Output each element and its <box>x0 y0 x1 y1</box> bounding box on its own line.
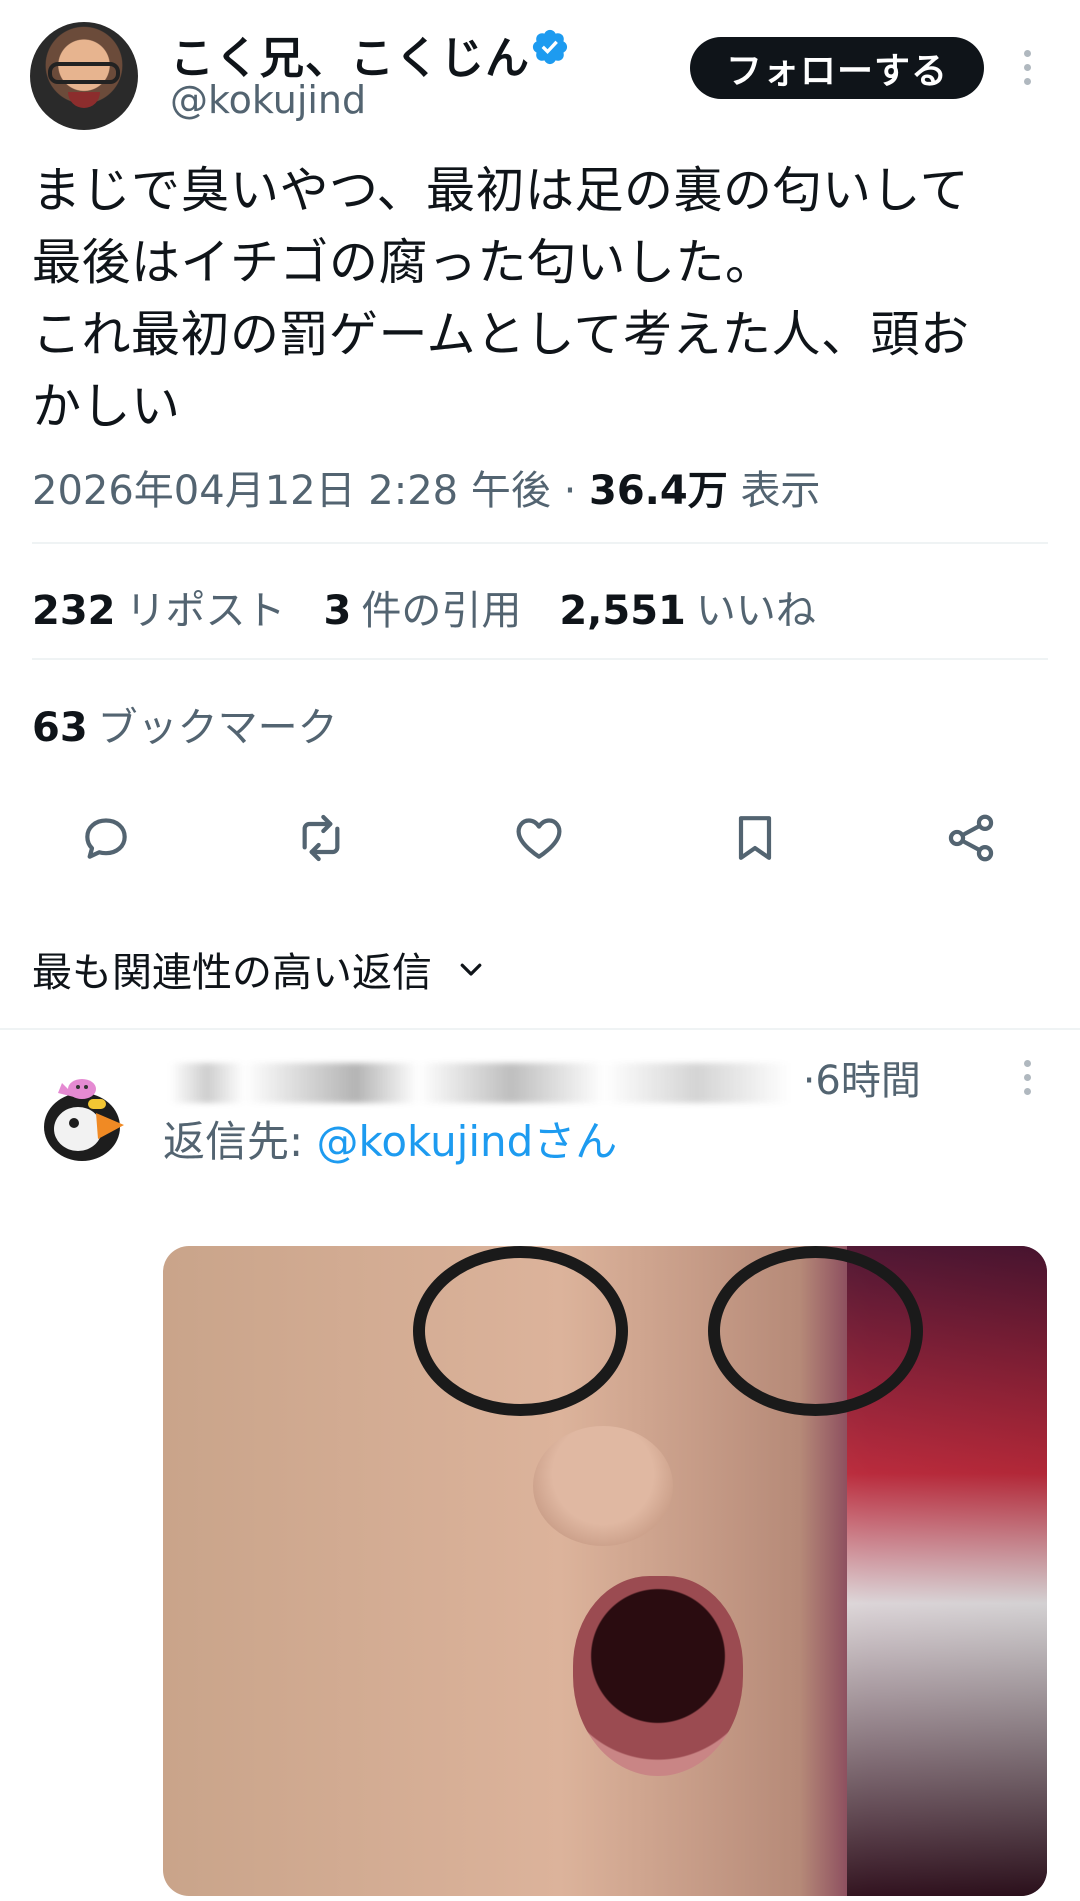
action-bar <box>0 800 1080 880</box>
likes-stat[interactable]: 2,551 いいね <box>559 578 816 636</box>
reply-attached-image[interactable] <box>163 1246 1047 1896</box>
divider <box>32 542 1048 544</box>
reply-to-line: 返信先: @kokujindさん <box>163 1108 617 1169</box>
tweet-meta: 2026年04月12日 2:28 午後 · 36.4万 表示 <box>32 458 820 516</box>
reposts-stat[interactable]: 232 リポスト <box>32 578 286 636</box>
author-avatar[interactable] <box>30 22 138 130</box>
repost-icon[interactable] <box>293 810 353 870</box>
follow-button[interactable]: フォローする <box>690 37 984 99</box>
like-icon[interactable] <box>511 810 571 870</box>
likes-count: 2,551 <box>559 588 686 634</box>
likes-label: いいね <box>695 588 816 634</box>
reply-author-name-obscured <box>170 1063 790 1103</box>
reply-avatar[interactable] <box>38 1055 130 1163</box>
reply-to-mention[interactable]: @kokujindさん <box>317 1117 618 1166</box>
quotes-count: 3 <box>323 588 352 634</box>
reposts-count: 232 <box>32 588 116 634</box>
bookmarks-label: ブックマーク <box>97 705 338 751</box>
divider <box>32 658 1048 660</box>
reposts-label: リポスト <box>125 588 286 634</box>
image-glasses-left <box>413 1246 628 1416</box>
quotes-label: 件の引用 <box>361 588 522 634</box>
bookmark-icon[interactable] <box>727 810 787 870</box>
replies-sort-dropdown[interactable]: 最も関連性の高い返信 <box>32 940 486 998</box>
engagement-stats: 232 リポスト 3 件の引用 2,551 いいね <box>32 578 816 636</box>
avatar-mouth <box>68 92 100 108</box>
reply-more-options-icon[interactable] <box>1012 1052 1042 1102</box>
image-glasses-right <box>708 1246 923 1416</box>
views-label: 表示 <box>740 468 821 514</box>
bookmarks-count: 63 <box>32 705 88 751</box>
reply-author-line: ·6時間 <box>170 1048 921 1106</box>
share-icon[interactable] <box>943 810 1003 870</box>
tweet-text: まじで臭いやつ、最初は足の裏の匂いして 最後はイチゴの腐った匂いした。 これ最初… <box>32 162 970 435</box>
bookmarks-stat[interactable]: 63 ブックマーク <box>32 695 338 753</box>
reply-icon[interactable] <box>78 810 138 870</box>
image-open-mouth <box>573 1576 743 1776</box>
avatar-glasses <box>48 62 120 84</box>
author-handle[interactable]: @kokujind <box>170 78 366 122</box>
reply-to-prefix: 返信先: <box>163 1117 317 1166</box>
more-options-icon[interactable] <box>1012 42 1042 92</box>
quotes-stat[interactable]: 3 件の引用 <box>324 578 522 636</box>
image-nose <box>533 1426 673 1546</box>
author-display-name[interactable]: こく兄、こくじん <box>170 22 530 86</box>
reply-time[interactable]: ·6時間 <box>803 1058 921 1104</box>
views-count: 36.4万 <box>589 468 728 514</box>
replies-sort-label: 最も関連性の高い返信 <box>32 950 432 996</box>
meta-separator: · <box>563 468 577 514</box>
verified-badge-icon <box>532 29 568 65</box>
chevron-down-icon <box>460 963 482 976</box>
tweet-timestamp[interactable]: 2026年04月12日 2:28 午後 <box>32 468 551 514</box>
divider <box>0 1028 1080 1030</box>
